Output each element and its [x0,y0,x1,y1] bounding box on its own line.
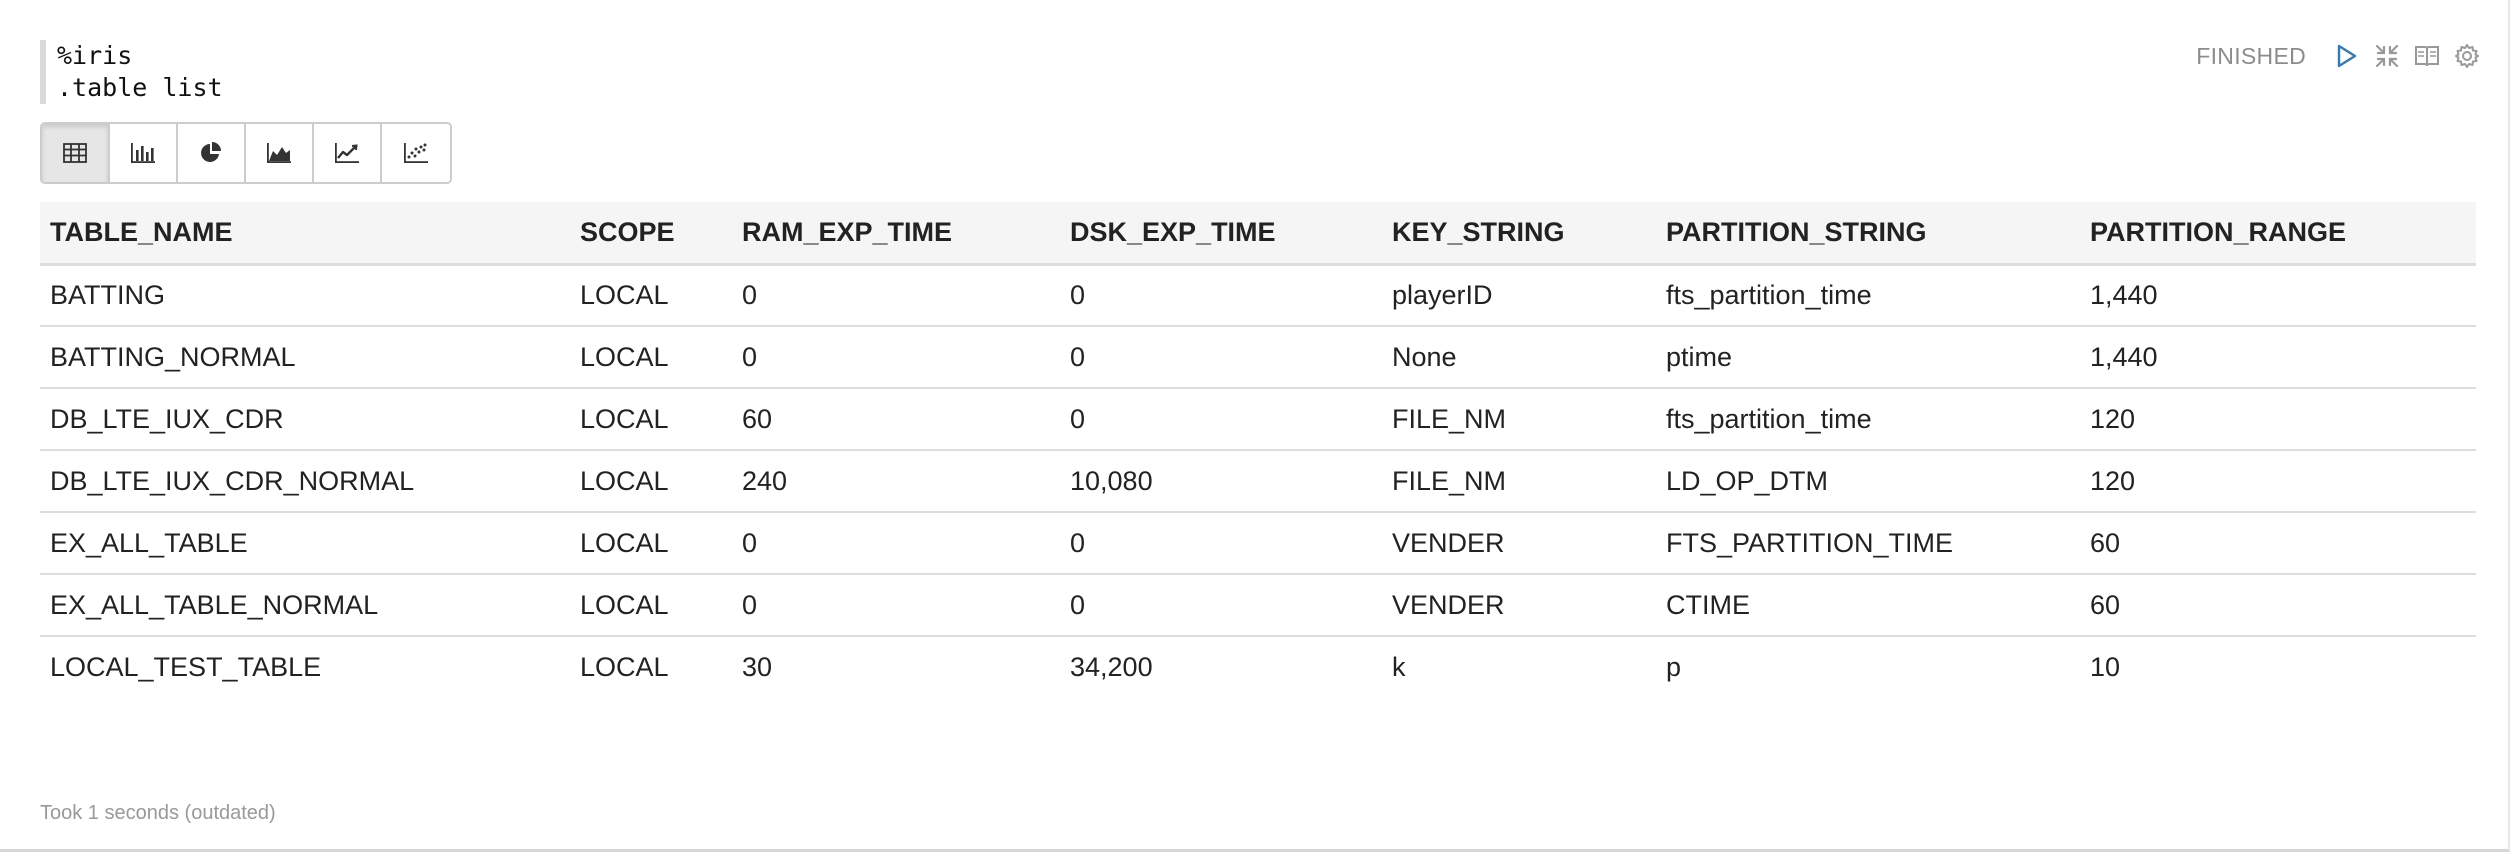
table-header-row: TABLE_NAME SCOPE RAM_EXP_TIME DSK_EXP_TIME K… [40,202,2476,264]
bar-chart-button[interactable] [110,124,178,182]
line-chart-icon [335,143,359,163]
column-header-key-string[interactable]: KEY_STRING [1382,202,1656,264]
collapse-icon[interactable] [2372,41,2402,71]
scatter-chart-icon [404,143,428,163]
table-cell: VENDER [1392,527,1505,558]
column-header-ram-exp-time[interactable]: RAM_EXP_TIME [732,202,1060,264]
table-cell: 1,440 [2090,279,2158,310]
table-cell: 0 [742,341,758,372]
line-chart-button[interactable] [314,124,382,182]
table-cell: 0 [742,279,758,310]
table-cell: ptime [1666,341,1733,372]
table-cell: 0 [1070,279,1086,310]
table-row: BATTING_NORMAL LOCAL 0 0 None ptime 1,440 [40,326,2476,388]
area-chart-button[interactable] [246,124,314,182]
table-row: EX_ALL_TABLE_NORMAL LOCAL 0 0 VENDER CTIME 60 [40,574,2476,636]
paragraph-controls: FINISHED [2196,38,2482,74]
status-text: FINISHED [2196,42,2306,69]
table-cell: fts_partition_time [1666,403,1872,434]
table-cell: CTIME [1666,589,1750,620]
table-cell: FILE_NM [1392,465,1507,496]
table-cell: fts_partition_time [1666,279,1872,310]
table-cell: 0 [742,589,758,620]
book-icon[interactable] [2412,41,2442,71]
table-cell: 120 [2090,465,2136,496]
chart-type-toolbar [40,122,452,184]
table-row: DB_LTE_IUX_CDR LOCAL 60 0 FILE_NM fts_partiti… [40,388,2476,450]
table-cell: 60 [2090,527,2121,558]
table-cell: BATTING_NORMAL [50,341,296,372]
result-table-container: TABLE_NAME SCOPE RAM_EXP_TIME DSK_EXP_TIME K… [40,202,2476,698]
table-cell: 0 [1070,403,1086,434]
table-cell: LOCAL [580,403,669,434]
code-editor[interactable]: %iris .table list [40,40,1240,104]
table-cell: EX_ALL_TABLE_NORMAL [50,589,379,620]
gear-icon[interactable] [2452,41,2482,71]
table-cell: LOCAL [580,341,669,372]
notebook-paragraph: %iris .table list FINISHED TABLE_NAME SC… [0,0,2510,852]
table-cell: 60 [742,403,773,434]
pie-chart-icon [201,142,221,162]
column-header-scope[interactable]: SCOPE [570,202,732,264]
column-header-partition-range[interactable]: PARTITION_RANGE [2080,202,2476,264]
table-cell: DB_LTE_IUX_CDR [50,403,284,434]
table-cell: LOCAL [580,279,669,310]
table-cell: FILE_NM [1392,403,1507,434]
code-line[interactable]: %iris [57,40,1240,72]
table-cell: 30 [742,652,773,682]
table-icon [63,143,87,163]
table-cell: 0 [1070,527,1086,558]
table-cell: 10,080 [1070,465,1153,496]
table-cell: 0 [1070,341,1086,372]
execution-time-text: Took 1 seconds (outdated) [40,802,276,824]
table-cell: FTS_PARTITION_TIME [1666,527,1954,558]
table-cell: p [1666,652,1682,682]
table-row: BATTING LOCAL 0 0 playerID fts_partition_time… [40,264,2476,326]
table-cell: LOCAL [580,589,669,620]
table-cell: playerID [1392,279,1493,310]
pie-chart-button[interactable] [178,124,246,182]
column-header-partition-string[interactable]: PARTITION_STRING [1656,202,2080,264]
run-icon[interactable] [2332,41,2362,71]
table-row: DB_LTE_IUX_CDR_NORMAL LOCAL 240 10,080 FILE_… [40,450,2476,512]
table-cell: 0 [1070,589,1086,620]
table-cell: 10 [2090,652,2121,682]
table-cell: 34,200 [1070,652,1153,682]
table-cell: LD_OP_DTM [1666,465,1829,496]
area-chart-icon [267,143,291,163]
table-cell: 240 [742,465,788,496]
column-header-dsk-exp-time[interactable]: DSK_EXP_TIME [1060,202,1382,264]
scatter-chart-button[interactable] [382,124,450,182]
table-cell: LOCAL_TEST_TABLE [50,652,322,682]
table-cell: None [1392,341,1457,372]
table-body: BATTING LOCAL 0 0 playerID fts_partition_time… [40,264,2476,698]
table-cell: EX_ALL_TABLE [50,527,248,558]
table-cell: LOCAL [580,527,669,558]
result-table: TABLE_NAME SCOPE RAM_EXP_TIME DSK_EXP_TIME K… [40,202,2476,698]
table-cell: 120 [2090,403,2136,434]
table-cell: VENDER [1392,589,1505,620]
table-cell: LOCAL [580,465,669,496]
table-view-button[interactable] [42,124,110,182]
table-cell: 1,440 [2090,341,2158,372]
table-cell: DB_LTE_IUX_CDR_NORMAL [50,465,415,496]
table-cell: LOCAL [580,652,669,682]
table-cell: 0 [742,527,758,558]
table-cell: 60 [2090,589,2121,620]
column-header-table-name[interactable]: TABLE_NAME [40,202,570,264]
table-cell: BATTING [50,279,166,310]
code-line[interactable]: .table list [57,72,1240,104]
table-row: EX_ALL_TABLE LOCAL 0 0 VENDER FTS_PARTITION_T… [40,512,2476,574]
bar-chart-icon [131,143,155,163]
table-cell: k [1392,652,1406,682]
table-row: LOCAL_TEST_TABLE LOCAL 30 34,200 k p 10 [40,636,2476,698]
